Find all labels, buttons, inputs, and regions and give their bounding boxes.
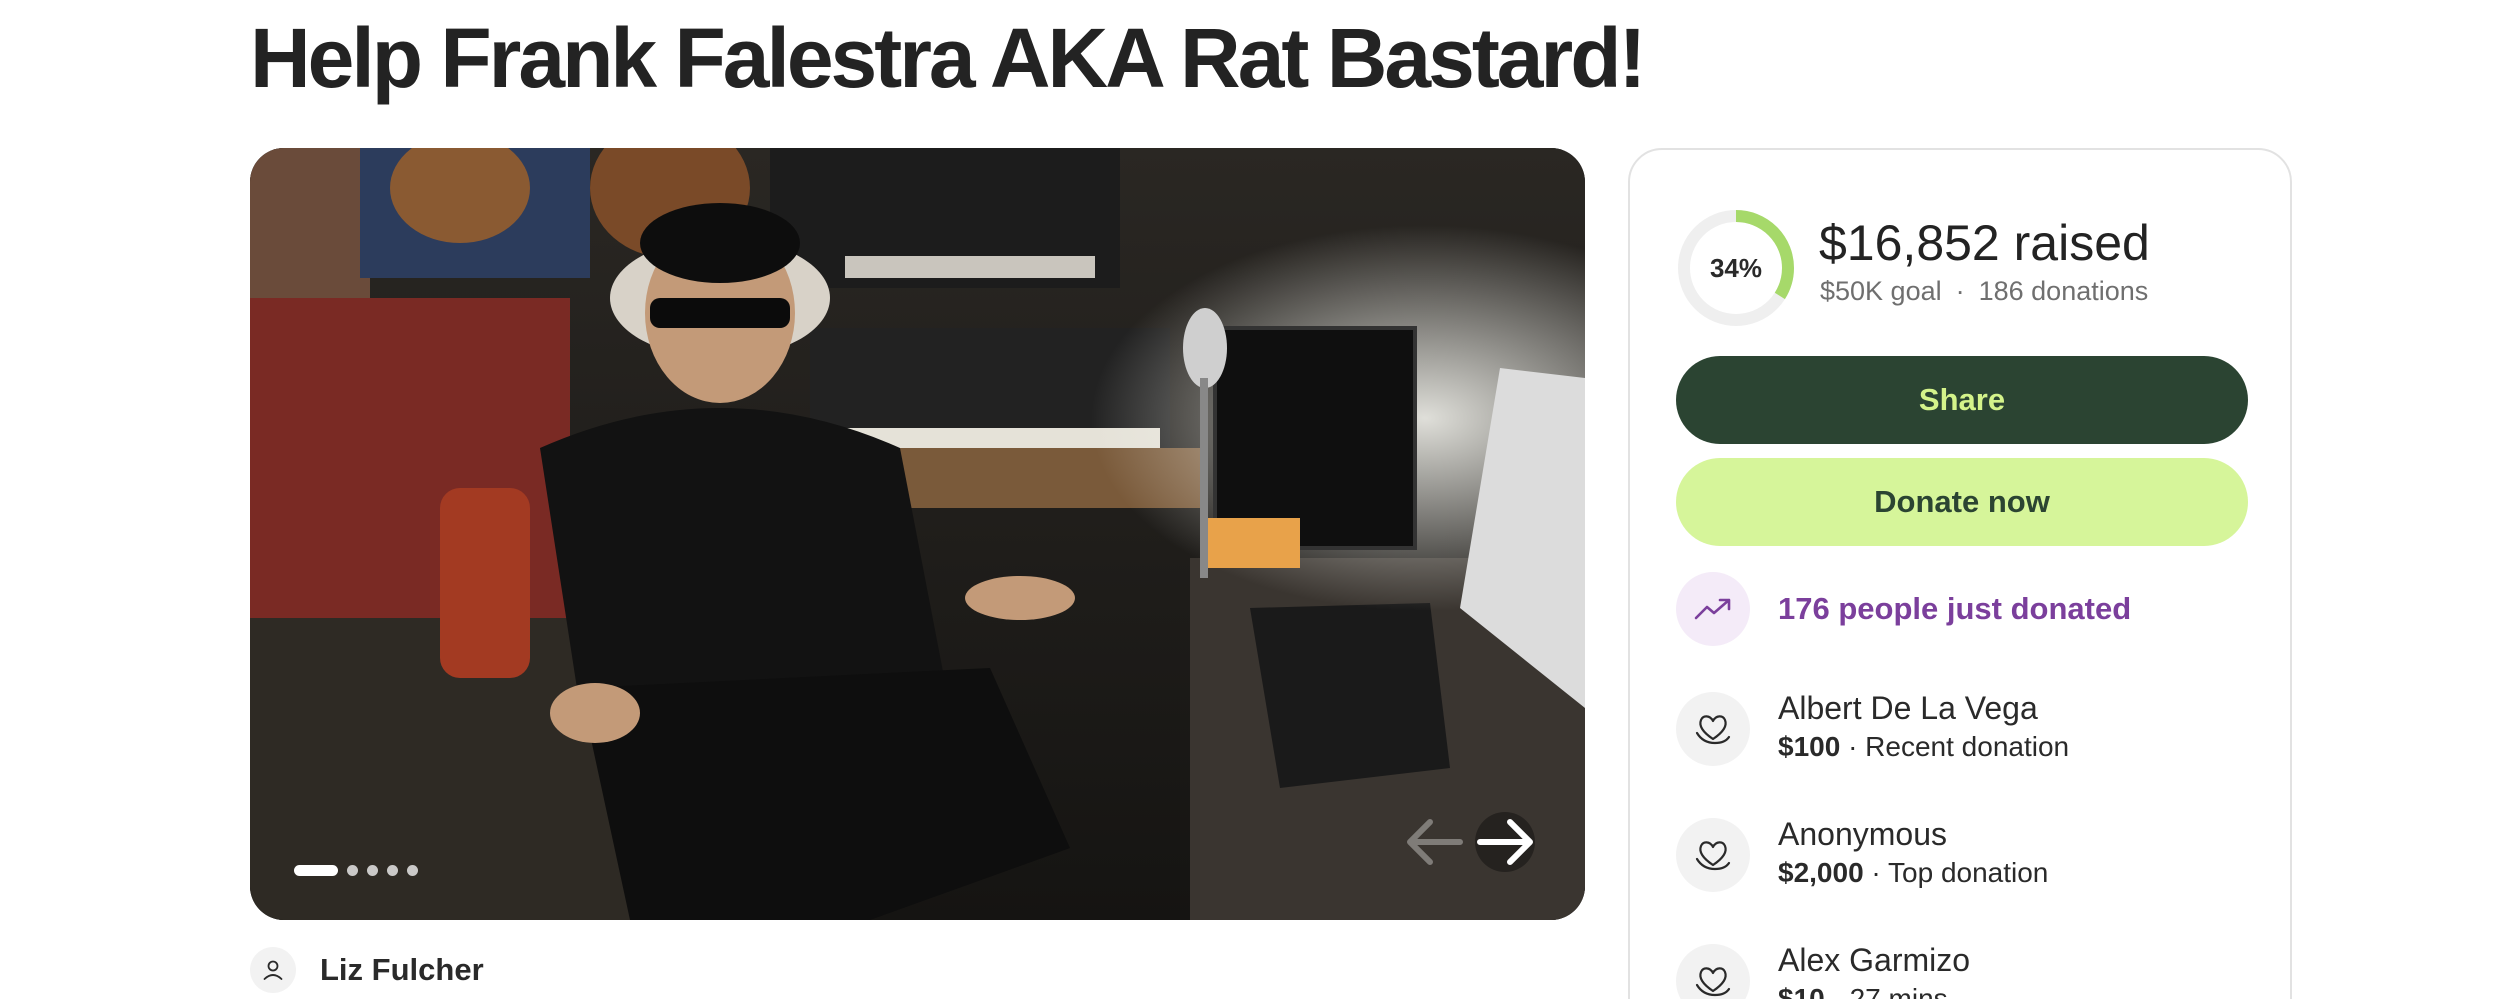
donate-now-button[interactable]: Donate now [1676,458,2248,546]
donor-note: · Recent donation [1848,731,2070,762]
organizer[interactable]: Liz Fulcher [250,947,484,993]
carousel-dot[interactable] [407,865,418,876]
organizer-name[interactable]: Liz Fulcher [320,952,484,988]
heart-hand-icon [1676,692,1750,766]
donor-amount: $2,000 [1778,857,1864,888]
heart-hand-icon [1676,944,1750,999]
goal-amount: $50K goal [1820,276,1942,306]
donor-name: Alex Garmizo [1778,942,1971,978]
page-title: Help Frank Falestra AKA Rat Bastard! [250,11,1646,105]
donor-name: Anonymous [1778,816,1947,852]
progress-ring: 34% [1676,208,1796,328]
donor-item: Anonymous $2,000 · Top donation [1676,814,2048,892]
donor-meta: $2,000 · Top donation [1778,854,2048,892]
campaign-image-carousel[interactable] [250,148,1585,920]
donor-note: · 27 mins [1832,983,1948,999]
trend-text: 176 people just donated [1778,591,2132,626]
carousel-dot[interactable] [294,865,338,876]
recent-donations-trend: 176 people just donated [1676,572,2131,646]
donor-item: Albert De La Vega $100 · Recent donation [1676,688,2069,766]
share-button[interactable]: Share [1676,356,2248,444]
heart-hand-icon [1676,818,1750,892]
carousel-indicators [294,865,418,876]
donor-name: Albert De La Vega [1778,690,2038,726]
carousel-dot[interactable] [347,865,358,876]
donor-item: Alex Garmizo $10 · 27 mins [1676,940,1970,999]
donor-meta: $100 · Recent donation [1778,728,2069,766]
studio-photo [250,148,1585,920]
carousel-next-button[interactable] [1475,812,1535,872]
trending-up-icon [1676,572,1750,646]
amount-raised: $16,852 raised [1819,215,2150,271]
donations-count: 186 donations [1978,276,2149,306]
goal-summary: $50K goal · 186 donations [1820,276,2148,307]
avatar [250,947,296,993]
arrow-left-icon [1407,819,1463,865]
donation-panel: 34% $16,852 raised $50K goal · 186 donatio… [1628,148,2292,999]
arrow-right-icon [1477,819,1533,865]
progress-percent: 34% [1709,252,1763,283]
carousel-prev-button[interactable] [1405,812,1465,872]
carousel-dot[interactable] [367,865,378,876]
donor-note: · Top donation [1871,857,2049,888]
carousel-dot[interactable] [387,865,398,876]
donor-amount: $10 [1778,983,1825,999]
donor-meta: $10 · 27 mins [1778,980,1970,999]
user-icon [263,960,283,980]
donor-amount: $100 [1778,731,1841,762]
separator: · [1955,276,1965,306]
